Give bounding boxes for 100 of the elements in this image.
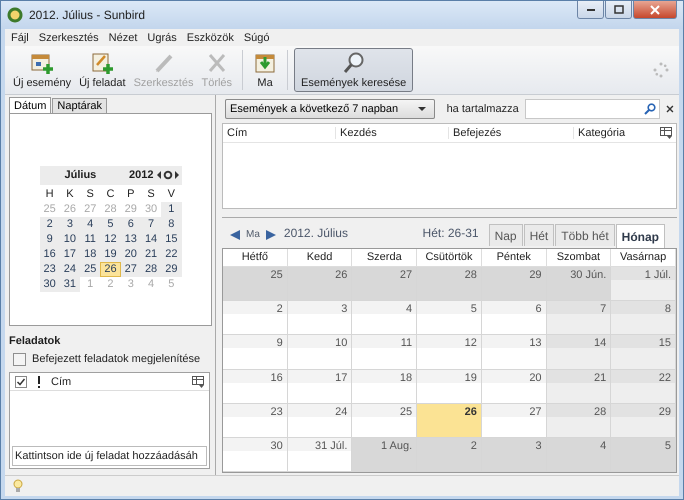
- checkmark-column-icon[interactable]: [15, 376, 27, 388]
- day-cell[interactable]: 3: [60, 216, 80, 232]
- view-tab[interactable]: Nap: [488, 224, 523, 246]
- day-cell[interactable]: 26: [100, 262, 121, 276]
- search-field[interactable]: [524, 99, 660, 119]
- day-cell[interactable]: 1 Júl.: [611, 267, 676, 302]
- day-cell[interactable]: 12: [417, 335, 482, 370]
- day-cell[interactable]: 5: [417, 301, 482, 336]
- column-header[interactable]: Cím: [223, 127, 336, 139]
- day-cell[interactable]: 30 Jún.: [546, 267, 612, 302]
- day-cell[interactable]: 22: [611, 370, 676, 404]
- day-cell[interactable]: 7: [140, 216, 162, 232]
- menu-item[interactable]: Szerkesztés: [38, 32, 99, 44]
- day-cell[interactable]: 15: [161, 232, 182, 246]
- maximize-button[interactable]: [605, 1, 632, 19]
- day-cell[interactable]: 16: [223, 370, 288, 404]
- day-cell[interactable]: 30: [40, 276, 60, 292]
- day-cell[interactable]: 29: [482, 267, 547, 302]
- day-cell[interactable]: 28: [417, 267, 482, 302]
- day-cell[interactable]: 26: [288, 267, 352, 302]
- day-cell[interactable]: 8: [161, 216, 182, 232]
- day-cell[interactable]: 25: [352, 404, 418, 438]
- day-cell[interactable]: 2: [223, 301, 288, 336]
- day-cell[interactable]: 4: [352, 301, 418, 336]
- day-cell[interactable]: 5: [611, 438, 676, 472]
- day-cell[interactable]: 4: [80, 216, 100, 232]
- toolbar-button[interactable]: Új esemény: [9, 46, 76, 94]
- column-header[interactable]: Cím: [51, 376, 182, 388]
- day-cell[interactable]: 26: [417, 404, 482, 438]
- day-cell[interactable]: 31 Júl.: [288, 438, 352, 472]
- day-cell[interactable]: 23: [40, 262, 60, 276]
- priority-icon[interactable]: [37, 376, 41, 388]
- column-picker-icon[interactable]: [192, 376, 204, 388]
- checkbox[interactable]: [13, 352, 26, 366]
- day-cell[interactable]: 6: [120, 216, 141, 232]
- day-cell[interactable]: 20: [482, 370, 547, 404]
- day-cell[interactable]: 11: [80, 232, 100, 246]
- toolbar-button[interactable]: Események keresése: [294, 48, 414, 92]
- column-header[interactable]: Kategória: [574, 127, 660, 139]
- day-cell[interactable]: 9: [223, 335, 288, 370]
- day-cell[interactable]: 3: [288, 301, 352, 336]
- day-cell[interactable]: 17: [288, 370, 352, 404]
- day-cell[interactable]: 6: [482, 301, 547, 336]
- day-cell[interactable]: 10: [288, 335, 352, 370]
- column-picker-icon[interactable]: [660, 127, 672, 139]
- day-cell[interactable]: 4: [546, 438, 612, 472]
- today-link[interactable]: Ma: [246, 229, 260, 240]
- menu-item[interactable]: Eszközök: [186, 32, 234, 44]
- previous-arrow-icon[interactable]: [230, 230, 240, 240]
- close-icon[interactable]: [666, 105, 674, 113]
- day-cell[interactable]: 2: [417, 438, 482, 472]
- day-cell[interactable]: 23: [223, 404, 288, 438]
- column-header[interactable]: Kezdés: [336, 127, 449, 139]
- day-cell[interactable]: 24: [288, 404, 352, 438]
- day-cell[interactable]: 15: [611, 335, 676, 370]
- day-cell[interactable]: 29: [161, 262, 182, 276]
- menu-item[interactable]: Súgó: [244, 32, 270, 44]
- range-dropdown[interactable]: Események a következő 7 napban: [225, 99, 435, 119]
- day-cell[interactable]: 8: [611, 301, 676, 336]
- day-cell[interactable]: 30: [223, 438, 288, 472]
- day-cell[interactable]: 14: [546, 335, 612, 370]
- toolbar-button[interactable]: Ma: [249, 46, 282, 94]
- day-cell[interactable]: 19: [100, 246, 121, 262]
- day-cell[interactable]: 19: [417, 370, 482, 404]
- day-cell[interactable]: 18: [80, 246, 100, 262]
- column-header[interactable]: Befejezés: [449, 127, 574, 139]
- day-cell[interactable]: 3: [482, 438, 547, 472]
- day-cell[interactable]: 5: [100, 216, 121, 232]
- day-cell[interactable]: 13: [482, 335, 547, 370]
- day-cell[interactable]: 27: [482, 404, 547, 438]
- menu-item[interactable]: Ugrás: [147, 32, 177, 44]
- view-tab[interactable]: Több hét: [555, 224, 615, 246]
- day-cell[interactable]: 12: [100, 232, 121, 246]
- next-arrow-icon[interactable]: [266, 230, 276, 240]
- day-cell[interactable]: 1 Aug.: [352, 438, 418, 472]
- day-cell[interactable]: 7: [546, 301, 612, 336]
- day-cell[interactable]: 27: [352, 267, 418, 302]
- day-cell[interactable]: 2: [40, 216, 60, 232]
- day-cell[interactable]: 25: [223, 267, 288, 302]
- sidebar-tab[interactable]: Dátum: [9, 97, 52, 113]
- menu-item[interactable]: Nézet: [108, 32, 138, 44]
- day-cell[interactable]: 25: [80, 262, 100, 276]
- day-cell[interactable]: 16: [40, 246, 60, 262]
- day-cell[interactable]: 11: [352, 335, 418, 370]
- minimize-button[interactable]: [577, 1, 604, 19]
- view-tab[interactable]: Hét: [524, 224, 554, 246]
- search-icon[interactable]: [644, 103, 656, 115]
- day-cell[interactable]: 1: [161, 202, 182, 216]
- close-button[interactable]: [633, 1, 677, 19]
- day-cell[interactable]: 21: [546, 370, 612, 404]
- day-cell[interactable]: 18: [352, 370, 418, 404]
- view-tab[interactable]: Hónap: [616, 224, 665, 248]
- day-cell[interactable]: 9: [40, 232, 60, 246]
- new-task-field[interactable]: Kattintson ide új feladat hozzáadásáh: [12, 446, 207, 466]
- day-cell[interactable]: 28: [546, 404, 612, 438]
- menu-item[interactable]: Fájl: [11, 32, 29, 44]
- month-navigation-icon[interactable]: [156, 170, 178, 180]
- toolbar-button[interactable]: Új feladat: [75, 46, 130, 94]
- day-cell[interactable]: 22: [161, 246, 182, 262]
- sidebar-tab[interactable]: Naptárak: [52, 98, 108, 113]
